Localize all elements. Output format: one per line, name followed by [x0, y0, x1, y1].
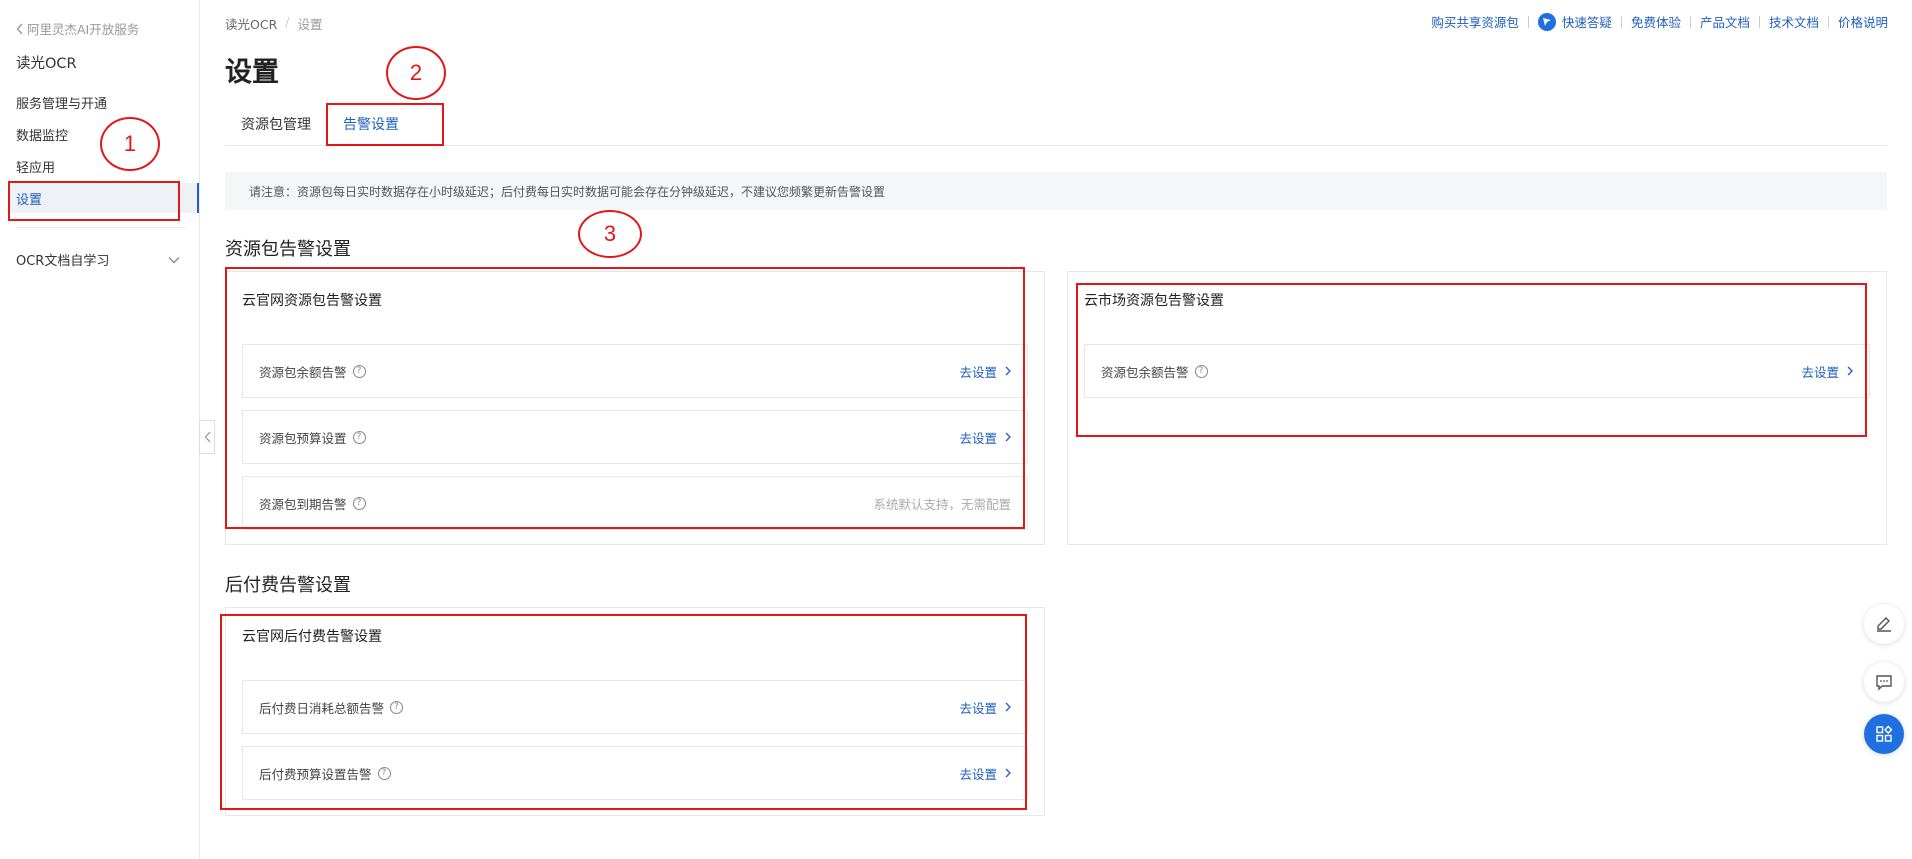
- help-icon[interactable]: ?: [352, 364, 366, 378]
- buy-package-link[interactable]: 购买共享资源包: [1431, 12, 1519, 31]
- row-postpay-budget: 后付费预算设置告警? 去设置: [242, 746, 1028, 800]
- panel-official-package: 云官网资源包告警设置 资源包余额告警? 去设置 资源包预算设置? 去设置 资源包…: [225, 271, 1045, 545]
- notice-text: 请注意：资源包每日实时数据存在小时级延迟；后付费每日实时数据可能会存在分钟级延迟…: [249, 184, 886, 199]
- go-settings-label: 去设置: [959, 766, 997, 782]
- panel-official-postpay: 云官网后付费告警设置 后付费日消耗总额告警? 去设置 后付费预算设置告警? 去设…: [225, 607, 1045, 816]
- divider: [1527, 15, 1529, 28]
- pricing-link[interactable]: 价格说明: [1838, 12, 1888, 31]
- edit-fab-button[interactable]: [1864, 604, 1904, 644]
- go-settings-label: 去设置: [959, 430, 997, 446]
- tab-package-management[interactable]: 资源包管理: [241, 114, 311, 134]
- divider: [1689, 15, 1691, 28]
- annotation-circle-three: 3: [578, 210, 642, 258]
- sidebar-group-ocr-learning[interactable]: OCR文档自学习: [16, 250, 180, 269]
- annotation-circle-two: 2: [386, 46, 446, 100]
- breadcrumb: 读光OCR / 设置: [225, 14, 323, 33]
- apps-fab-button[interactable]: [1864, 714, 1904, 754]
- panel-market-package: 云市场资源包告警设置 资源包余额告警? 去设置: [1067, 271, 1887, 545]
- chevron-left-icon: [16, 23, 23, 34]
- sidebar-item-label: 服务管理与开通: [16, 96, 108, 112]
- divider: [1758, 15, 1760, 28]
- sidebar-item-service[interactable]: 服务管理与开通: [8, 87, 199, 117]
- row-package-expiry: 资源包到期告警? 系统默认支持，无需配置: [242, 476, 1028, 530]
- divider: [1827, 15, 1829, 28]
- sidebar-item-settings[interactable]: 设置: [8, 183, 199, 213]
- tab-alert-settings[interactable]: 告警设置: [343, 114, 399, 134]
- chat-icon: [1876, 675, 1892, 691]
- row-label: 资源包预算设置: [259, 430, 347, 446]
- help-icon[interactable]: ?: [377, 766, 391, 780]
- go-settings-link[interactable]: 去设置: [959, 428, 1011, 447]
- sidebar-title: 读光OCR: [16, 56, 77, 72]
- help-icon[interactable]: ?: [352, 496, 366, 510]
- row-status: 系统默认支持，无需配置: [873, 496, 1011, 512]
- go-settings-label: 去设置: [959, 364, 997, 380]
- chevron-right-icon: [1847, 366, 1853, 376]
- help-icon[interactable]: ?: [352, 430, 366, 444]
- go-settings-link[interactable]: 去设置: [959, 362, 1011, 381]
- row-package-budget: 资源包预算设置? 去设置: [242, 410, 1028, 464]
- section-title-postpay: 后付费告警设置: [225, 575, 351, 596]
- row-label: 后付费日消耗总额告警: [259, 700, 385, 716]
- row-label: 后付费预算设置告警: [259, 766, 372, 782]
- page-title: 设置: [225, 57, 279, 88]
- chevron-left-icon: [204, 431, 210, 443]
- row-package-balance-alert: 资源包余额告警? 去设置: [242, 344, 1028, 398]
- free-trial-link[interactable]: 免费体验: [1631, 12, 1681, 31]
- chevron-right-icon: [1005, 768, 1011, 778]
- divider: [1620, 15, 1622, 28]
- chat-fab-button[interactable]: [1864, 662, 1904, 702]
- edit-icon: [1877, 617, 1891, 632]
- row-label: 资源包余额告警: [1101, 364, 1189, 380]
- go-settings-link[interactable]: 去设置: [1801, 362, 1853, 381]
- go-settings-link[interactable]: 去设置: [959, 764, 1011, 783]
- panel-title: 云市场资源包告警设置: [1084, 293, 1224, 309]
- row-label: 资源包余额告警: [259, 364, 347, 380]
- tab-active-indicator: [328, 144, 372, 146]
- apps-icon: [1876, 725, 1893, 742]
- section-title-package: 资源包告警设置: [225, 239, 351, 260]
- chevron-right-icon: [1005, 432, 1011, 442]
- help-icon[interactable]: ?: [390, 700, 404, 714]
- tech-docs-link[interactable]: 技术文档: [1769, 12, 1819, 31]
- panel-title: 云官网资源包告警设置: [242, 293, 382, 309]
- tab-bar: 资源包管理 告警设置: [225, 112, 1887, 146]
- row-label: 资源包到期告警: [259, 496, 347, 512]
- back-link-label: 阿里灵杰AI开放服务: [27, 22, 140, 37]
- qa-bubble-icon: [1537, 12, 1556, 31]
- sidebar-item-label: 设置: [16, 192, 43, 208]
- top-links: 购买共享资源包 快速答疑 免费体验 产品文档 技术文档 价格说明: [1431, 12, 1888, 31]
- product-docs-link[interactable]: 产品文档: [1700, 12, 1750, 31]
- back-link[interactable]: 阿里灵杰AI开放服务: [16, 19, 139, 38]
- breadcrumb-root[interactable]: 读光OCR: [225, 14, 277, 33]
- chevron-down-icon: [168, 256, 180, 263]
- chevron-right-icon: [1005, 702, 1011, 712]
- quick-qa-link[interactable]: 快速答疑: [1562, 12, 1612, 31]
- sidebar-item-monitor[interactable]: 数据监控: [8, 119, 199, 149]
- go-settings-label: 去设置: [959, 700, 997, 716]
- sidebar-item-label: 数据监控: [16, 128, 69, 144]
- notice-banner: 请注意：资源包每日实时数据存在小时级延迟；后付费每日实时数据可能会存在分钟级延迟…: [225, 172, 1887, 210]
- row-postpay-daily-total: 后付费日消耗总额告警? 去设置: [242, 680, 1028, 734]
- breadcrumb-separator: /: [285, 14, 290, 29]
- sidebar-item-label: 轻应用: [16, 160, 56, 176]
- sidebar-group-label: OCR文档自学习: [16, 254, 110, 269]
- go-settings-label: 去设置: [1801, 364, 1839, 380]
- breadcrumb-current: 设置: [297, 17, 323, 32]
- panel-title: 云官网后付费告警设置: [242, 629, 382, 645]
- row-market-balance-alert: 资源包余额告警? 去设置: [1084, 344, 1870, 398]
- sidebar-item-light-app[interactable]: 轻应用: [8, 151, 199, 181]
- sidebar-collapse-button[interactable]: [199, 420, 215, 454]
- sidebar-divider: [16, 227, 186, 228]
- sidebar: 阿里灵杰AI开放服务 读光OCR 服务管理与开通 数据监控 轻应用 设置 OCR…: [0, 0, 200, 859]
- chevron-right-icon: [1005, 366, 1011, 376]
- help-icon[interactable]: ?: [1194, 364, 1208, 378]
- go-settings-link[interactable]: 去设置: [959, 698, 1011, 717]
